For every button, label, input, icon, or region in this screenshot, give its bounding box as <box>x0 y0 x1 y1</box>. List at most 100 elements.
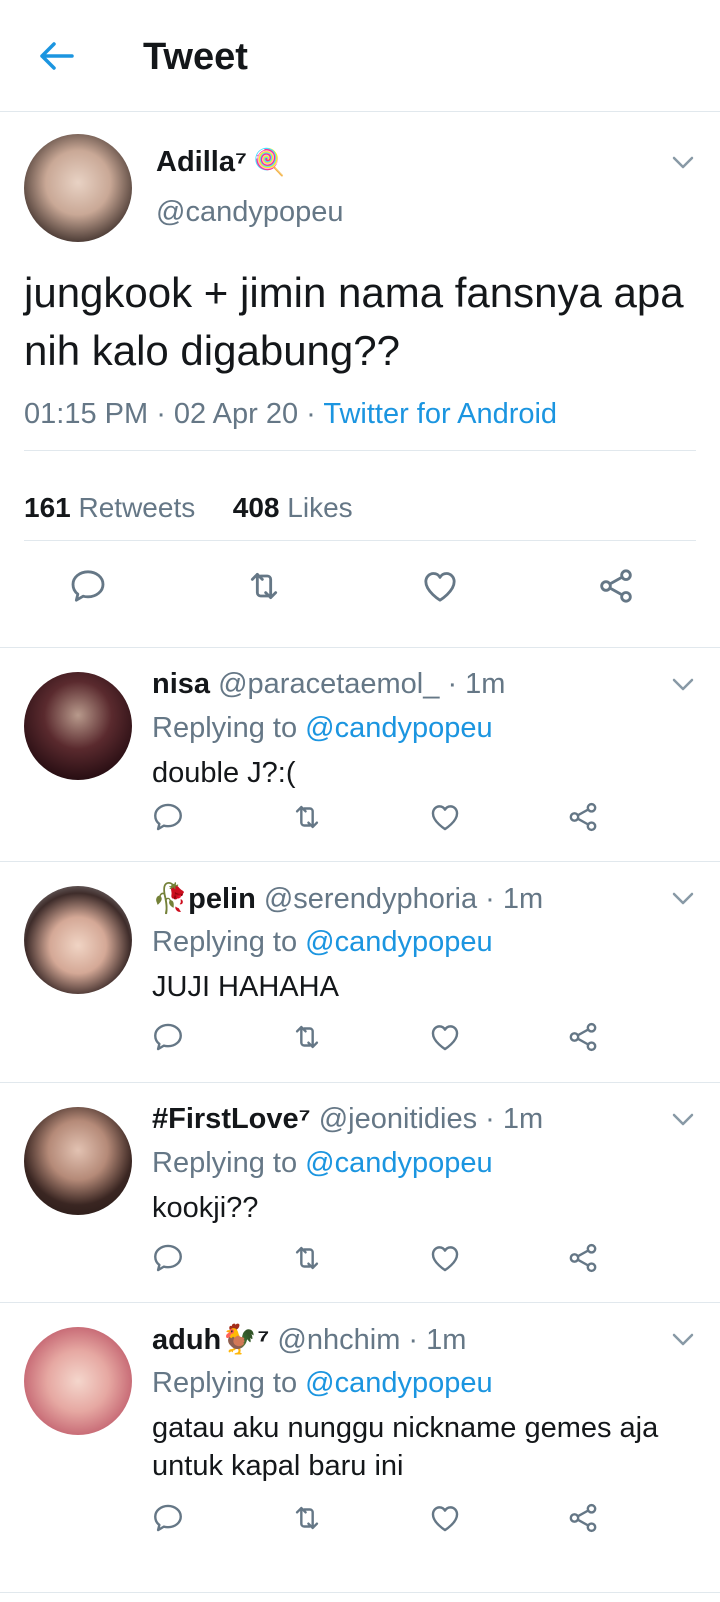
chevron-down-icon[interactable] <box>672 892 694 906</box>
page-title: Tweet <box>143 36 248 78</box>
mention-link[interactable]: @candypopeu <box>305 926 492 958</box>
share-button[interactable] <box>586 556 646 616</box>
reply-tweet[interactable]: 🥀pelin @serendyphoria · 1m Replying to @… <box>0 862 720 1083</box>
reply-actions <box>0 1233 720 1283</box>
author-name: Adilla⁷ <box>156 146 247 178</box>
replying-to: Replying to @candypopeu <box>152 712 493 745</box>
mention-link[interactable]: @candypopeu <box>305 1367 492 1399</box>
reply-time: 1m <box>426 1324 467 1356</box>
reply-button[interactable] <box>143 1493 193 1543</box>
retweets-stat[interactable]: 161 Retweets <box>24 492 195 523</box>
comment-icon <box>154 803 182 831</box>
retweet-button[interactable] <box>282 1493 332 1543</box>
top-bar: Tweet <box>0 0 720 112</box>
chevron-down-icon[interactable] <box>672 678 694 692</box>
reply-author-name[interactable]: nisa <box>152 668 210 700</box>
comment-icon <box>154 1023 182 1051</box>
reply-actions <box>0 1012 720 1062</box>
heart-icon <box>431 1025 459 1051</box>
tweet-stats: 161 Retweets 408 Likes <box>24 492 353 524</box>
reply-button[interactable] <box>58 556 118 616</box>
retweet-button[interactable] <box>234 556 294 616</box>
share-button[interactable] <box>558 1012 608 1062</box>
replying-to: Replying to @candypopeu <box>152 1147 493 1180</box>
likes-stat[interactable]: 408 Likes <box>233 492 353 523</box>
reply-button[interactable] <box>143 792 193 842</box>
replying-to: Replying to @candypopeu <box>152 1367 493 1400</box>
divider <box>24 540 696 541</box>
share-icon <box>569 1503 597 1533</box>
like-button[interactable] <box>420 1233 470 1283</box>
avatar[interactable] <box>24 134 132 242</box>
heart-icon <box>424 572 456 602</box>
tweet-source-link[interactable]: Twitter for Android <box>323 398 557 430</box>
reply-text: JUJI HAHAHA <box>152 971 339 1003</box>
reply-tweet[interactable]: #FirstLove⁷ @jeonitidies · 1m Replying t… <box>0 1083 720 1303</box>
reply-author-handle[interactable]: @nhchim <box>277 1324 400 1356</box>
reply-header: nisa @paracetaemol_ · 1m <box>152 668 506 700</box>
reply-time: 1m <box>502 883 544 915</box>
reply-header: #FirstLove⁷ @jeonitidies · 1m <box>152 1103 544 1135</box>
main-tweet: Adilla⁷ 🍭 @candypopeu jungkook + jimin n… <box>0 112 720 648</box>
like-button[interactable] <box>420 1012 470 1062</box>
like-button[interactable] <box>420 1493 470 1543</box>
reply-author-name[interactable]: 🥀pelin <box>152 883 256 915</box>
avatar[interactable] <box>24 672 132 780</box>
replying-label: Replying to <box>152 1147 298 1179</box>
reply-text: kookji?? <box>152 1192 259 1224</box>
reply-author-name[interactable]: #FirstLove⁷ <box>152 1103 311 1135</box>
like-button[interactable] <box>420 792 470 842</box>
reply-author-handle[interactable]: @jeonitidies <box>319 1103 477 1135</box>
retweet-icon <box>250 572 278 600</box>
share-button[interactable] <box>558 792 608 842</box>
tweet-actions <box>0 556 720 616</box>
retweets-count: 161 <box>24 492 71 523</box>
tweet-meta: 01:15 PM · 02 Apr 20 · Twitter for Andro… <box>24 398 558 430</box>
author-handle[interactable]: @candypopeu <box>156 196 343 229</box>
replying-label: Replying to <box>152 1367 298 1399</box>
retweet-button[interactable] <box>282 1233 332 1283</box>
share-button[interactable] <box>558 1493 608 1543</box>
share-button[interactable] <box>558 1233 608 1283</box>
avatar[interactable] <box>24 886 132 994</box>
arrow-left-icon <box>40 42 74 70</box>
retweet-icon <box>295 1025 319 1049</box>
retweet-icon <box>295 1246 319 1270</box>
reply-button[interactable] <box>143 1233 193 1283</box>
retweet-button[interactable] <box>282 1012 332 1062</box>
avatar[interactable] <box>24 1107 132 1215</box>
reply-tweet[interactable]: nisa @paracetaemol_ · 1m Replying to @ca… <box>0 648 720 862</box>
chevron-down-icon[interactable] <box>672 156 694 170</box>
reply-button[interactable] <box>143 1012 193 1062</box>
retweet-icon <box>295 1506 319 1530</box>
reply-time: 1m <box>502 1103 544 1135</box>
back-button[interactable] <box>34 34 78 78</box>
reply-time: 1m <box>465 668 506 700</box>
retweet-button[interactable] <box>282 792 332 842</box>
avatar[interactable] <box>24 1327 132 1435</box>
reply-author-handle[interactable]: @serendyphoria <box>264 883 477 915</box>
reply-tweet[interactable]: aduh🐓⁷ @nhchim · 1m Replying to @candypo… <box>0 1303 720 1593</box>
share-icon <box>569 802 597 832</box>
likes-label: Likes <box>287 492 353 523</box>
reply-actions <box>0 1493 720 1543</box>
author-name-row[interactable]: Adilla⁷ 🍭 <box>156 146 285 179</box>
retweets-label: Retweets <box>78 492 196 523</box>
share-icon <box>569 1243 597 1273</box>
replying-to: Replying to @candypopeu <box>152 926 493 959</box>
like-button[interactable] <box>410 556 470 616</box>
reply-author-handle[interactable]: @paracetaemol_ <box>218 668 439 700</box>
tweet-date: 02 Apr 20 <box>173 398 299 430</box>
mention-link[interactable]: @candypopeu <box>305 1147 492 1179</box>
reply-author-name[interactable]: aduh🐓⁷ <box>152 1324 269 1356</box>
chevron-down-icon[interactable] <box>672 1113 694 1127</box>
retweet-icon <box>295 805 319 829</box>
heart-icon <box>431 805 459 831</box>
mention-link[interactable]: @candypopeu <box>305 712 492 744</box>
likes-count: 408 <box>232 492 280 523</box>
comment-icon <box>154 1244 182 1272</box>
chevron-down-icon[interactable] <box>672 1333 694 1347</box>
heart-icon <box>431 1506 459 1532</box>
share-icon <box>569 1022 597 1052</box>
divider <box>24 450 696 451</box>
